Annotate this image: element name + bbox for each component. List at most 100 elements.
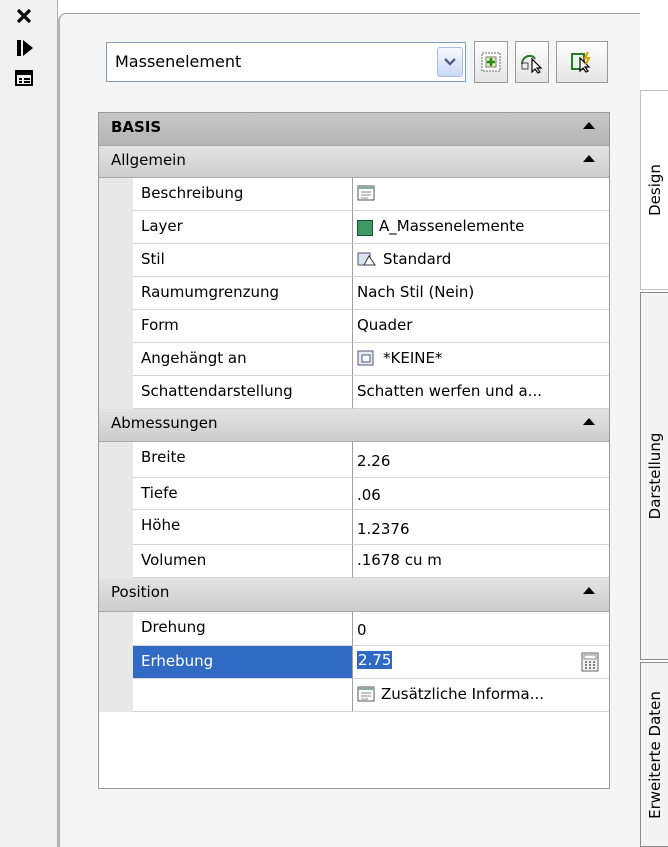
row-gutter — [99, 310, 133, 343]
property-name: Beschreibung — [133, 178, 353, 211]
row-gutter — [99, 442, 133, 478]
object-type-dropdown[interactable]: Massenelement — [106, 42, 466, 82]
property-row-layer[interactable]: Layer A_Massenelemente — [99, 211, 609, 244]
property-value-text: Zusätzliche Informa... — [381, 685, 545, 703]
row-gutter — [99, 343, 133, 376]
property-name — [133, 679, 353, 712]
additional-info-icon[interactable] — [357, 685, 375, 703]
property-name: Form — [133, 310, 353, 343]
row-gutter — [99, 510, 133, 545]
property-name: Tiefe — [133, 478, 353, 510]
property-row-schattendarstellung[interactable]: Schattendarstellung Schatten werfen und … — [99, 376, 609, 409]
property-row-beschreibung[interactable]: Beschreibung — [99, 178, 609, 211]
row-gutter — [99, 277, 133, 310]
row-gutter — [99, 545, 133, 578]
property-value-text: .06 — [357, 486, 381, 504]
property-value-text: A_Massenelemente — [379, 217, 525, 235]
property-row-breite[interactable]: Breite 2.26 — [99, 442, 609, 478]
property-value-text: Nach Stil (Nein) — [357, 283, 475, 301]
row-gutter — [99, 244, 133, 277]
property-name: Drehung — [133, 612, 353, 646]
section-position[interactable]: Position — [99, 578, 609, 612]
section-basis[interactable]: BASIS — [99, 113, 609, 146]
property-name: Raumumgrenzung — [133, 277, 353, 310]
property-value[interactable] — [353, 178, 609, 211]
section-basis-label: BASIS — [111, 118, 162, 136]
row-gutter — [99, 376, 133, 409]
row-gutter — [99, 211, 133, 244]
property-value[interactable]: *KEINE* — [353, 343, 609, 376]
property-name: Schattendarstellung — [133, 376, 353, 409]
tab-darstellung-label: Darstellung — [645, 432, 664, 520]
property-value[interactable]: 2.26 — [353, 442, 609, 478]
row-gutter — [99, 178, 133, 211]
property-value[interactable]: 1.2376 — [353, 510, 609, 545]
row-gutter — [99, 679, 133, 712]
chevron-down-icon[interactable] — [437, 47, 463, 77]
property-row-stil[interactable]: Stil Standard — [99, 244, 609, 277]
section-allgemein[interactable]: Allgemein — [99, 146, 609, 178]
section-abmessungen[interactable]: Abmessungen — [99, 409, 609, 442]
row-gutter — [99, 478, 133, 510]
section-abmessungen-label: Abmessungen — [111, 414, 218, 432]
property-value[interactable]: Zusätzliche Informa... — [353, 679, 609, 712]
property-value-text: 0 — [357, 621, 367, 639]
tab-darstellung[interactable]: Darstellung — [640, 292, 668, 660]
property-name: Höhe — [133, 510, 353, 545]
section-position-label: Position — [111, 583, 170, 601]
add-selection-button[interactable] — [474, 41, 508, 83]
property-row-drehung[interactable]: Drehung 0 — [99, 612, 609, 646]
row-gutter — [99, 646, 133, 679]
property-value[interactable]: Schatten werfen und a... — [353, 376, 609, 409]
collapse-arrow-icon[interactable] — [583, 418, 595, 425]
erhebung-input[interactable]: 2.75 — [353, 646, 609, 679]
collapse-arrow-icon[interactable] — [583, 155, 595, 162]
auto-hide-icon[interactable] — [16, 38, 34, 58]
calculator-icon[interactable] — [581, 652, 599, 672]
toggle-pickadd-button[interactable] — [556, 41, 608, 83]
tab-design[interactable]: Design — [640, 90, 668, 290]
property-grid: BASIS Allgemein Beschreibung Layer A_Mas… — [98, 112, 610, 789]
object-type-value: Massenelement — [115, 52, 242, 71]
property-value[interactable]: 0 — [353, 612, 609, 646]
property-value-text: Standard — [383, 250, 452, 268]
style-icon — [357, 252, 376, 266]
collapse-arrow-icon[interactable] — [583, 587, 595, 594]
property-value[interactable]: .06 — [353, 478, 609, 510]
property-value-text: 2.75 — [357, 651, 393, 669]
property-name: Layer — [133, 211, 353, 244]
anchor-icon — [357, 350, 374, 366]
property-row-raumumgrenzung[interactable]: Raumumgrenzung Nach Stil (Nein) — [99, 277, 609, 310]
property-value[interactable]: Standard — [353, 244, 609, 277]
property-value[interactable]: Nach Stil (Nein) — [353, 277, 609, 310]
property-value[interactable]: Quader — [353, 310, 609, 343]
property-value-text: Schatten werfen und a... — [357, 382, 542, 400]
property-row-angehaengt-an[interactable]: Angehängt an *KEINE* — [99, 343, 609, 376]
property-value-text: 1.2376 — [357, 520, 410, 538]
property-row-volumen[interactable]: Volumen .1678 cu m — [99, 545, 609, 578]
property-value-text: Quader — [357, 316, 413, 334]
property-value-text: .1678 cu m — [357, 551, 442, 569]
property-row-hoehe[interactable]: Höhe 1.2376 — [99, 510, 609, 545]
property-row-additional-info[interactable]: Zusätzliche Informa... — [99, 679, 609, 712]
section-allgemein-label: Allgemein — [111, 151, 186, 169]
property-value[interactable]: A_Massenelemente — [353, 211, 609, 244]
tab-erweiterte-daten-label: Erweiterte Daten — [645, 690, 664, 819]
property-value-text: 2.26 — [357, 452, 391, 470]
property-row-form[interactable]: Form Quader — [99, 310, 609, 343]
property-name: Volumen — [133, 545, 353, 578]
property-row-erhebung[interactable]: Erhebung 2.75 — [99, 646, 609, 679]
tab-design-label: Design — [645, 164, 664, 216]
add-selection-icon — [481, 52, 501, 72]
property-row-tiefe[interactable]: Tiefe .06 — [99, 478, 609, 510]
toggle-pickadd-icon — [571, 51, 591, 73]
quick-select-icon — [521, 54, 543, 74]
tab-erweiterte-daten[interactable]: Erweiterte Daten — [640, 662, 668, 847]
description-editor-icon[interactable] — [357, 184, 375, 202]
property-name: Breite — [133, 442, 353, 478]
collapse-arrow-icon[interactable] — [583, 122, 595, 129]
close-icon[interactable] — [14, 6, 34, 26]
quick-select-button[interactable] — [515, 41, 549, 83]
property-value: .1678 cu m — [353, 545, 609, 578]
properties-menu-icon[interactable] — [14, 68, 34, 88]
